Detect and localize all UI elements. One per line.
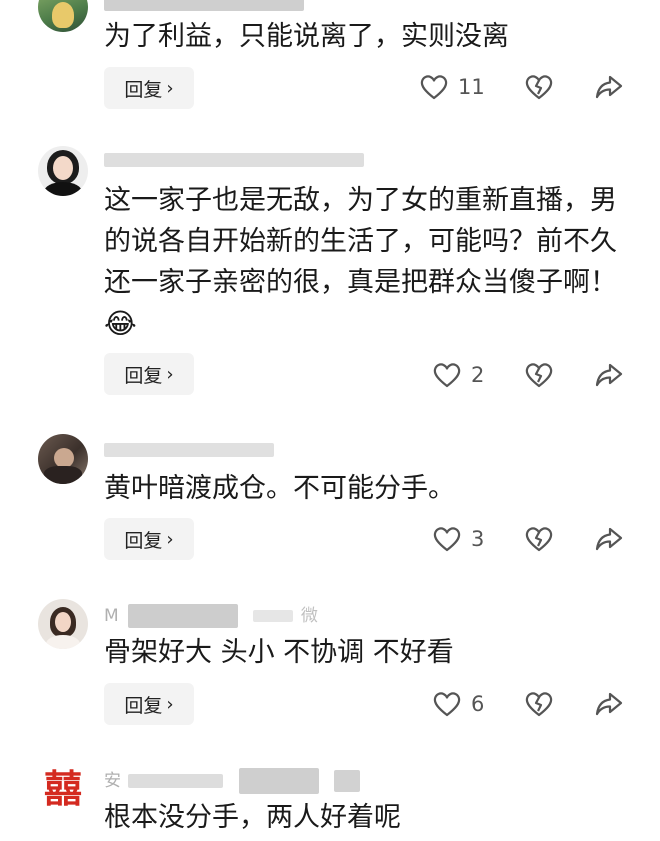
like-count: 3 [471,527,485,551]
like-count: 2 [471,363,485,387]
author-name: 安 [104,771,121,791]
comment-text: 为了利益，只能说离了，实则没离 [104,21,509,52]
comment-text: 根本没分手，两人好着呢 [104,802,401,833]
like-button[interactable]: 3 [433,526,484,552]
comment-meta [104,440,284,462]
comment-meta [104,0,314,14]
avatar[interactable] [38,434,88,484]
comment-text: 这一家子也是无敌，为了女的重新直播，男的说各自开始新的生活了，可能吗？前不久还一… [104,180,624,345]
broken-heart-icon [525,363,553,388]
author-location: 微 [300,606,318,626]
share-arrow-icon [595,75,623,99]
like-button[interactable]: 11 [420,74,485,100]
chevron-right-icon: › [166,693,174,715]
broken-heart-icon [525,75,553,100]
share-arrow-icon [595,527,623,551]
heart-icon [433,692,461,717]
share-arrow-icon [595,363,623,387]
comment-text: 骨架好大 头小 不协调 不好看 [104,637,454,668]
dislike-button[interactable] [525,74,553,100]
reply-button[interactable]: 回复 › [104,518,194,560]
heart-icon [433,527,461,552]
comment-meta: M 微 [104,601,318,628]
double-happiness-avatar-icon: 囍 [43,767,82,811]
like-count: 11 [458,75,485,99]
avatar[interactable] [38,0,88,32]
dislike-button[interactable] [525,691,553,717]
reply-button[interactable]: 回复 › [104,353,194,395]
avatar[interactable]: 囍 [38,764,88,814]
comment-meta: 安 [104,766,370,794]
chevron-right-icon: › [166,528,174,550]
reply-label: 回复 [124,78,163,101]
avatar[interactable] [38,146,88,196]
share-button[interactable] [595,691,623,717]
comment-meta [104,150,374,172]
comment-text: 黄叶暗渡成仓。不可能分手。 [104,473,455,504]
share-button[interactable] [595,362,623,388]
share-arrow-icon [595,692,623,716]
chevron-right-icon: › [166,77,174,99]
emoji-laugh: 😂 [104,307,137,340]
share-button[interactable] [595,74,623,100]
avatar[interactable] [38,599,88,649]
like-button[interactable]: 2 [433,362,484,388]
broken-heart-icon [525,692,553,717]
reply-label: 回复 [124,529,163,552]
dislike-button[interactable] [525,526,553,552]
author-name: M [104,606,119,626]
like-count: 6 [471,692,485,716]
reply-button[interactable]: 回复 › [104,683,194,725]
dislike-button[interactable] [525,362,553,388]
like-button[interactable]: 6 [433,691,484,717]
chevron-right-icon: › [166,363,174,385]
reply-label: 回复 [124,364,163,387]
comment-text-content: 这一家子也是无敌，为了女的重新直播，男的说各自开始新的生活了，可能吗？前不久还一… [104,185,617,298]
reply-label: 回复 [124,694,163,717]
share-button[interactable] [595,526,623,552]
heart-icon [433,363,461,388]
reply-button[interactable]: 回复 › [104,67,194,109]
heart-icon [420,75,448,100]
broken-heart-icon [525,527,553,552]
